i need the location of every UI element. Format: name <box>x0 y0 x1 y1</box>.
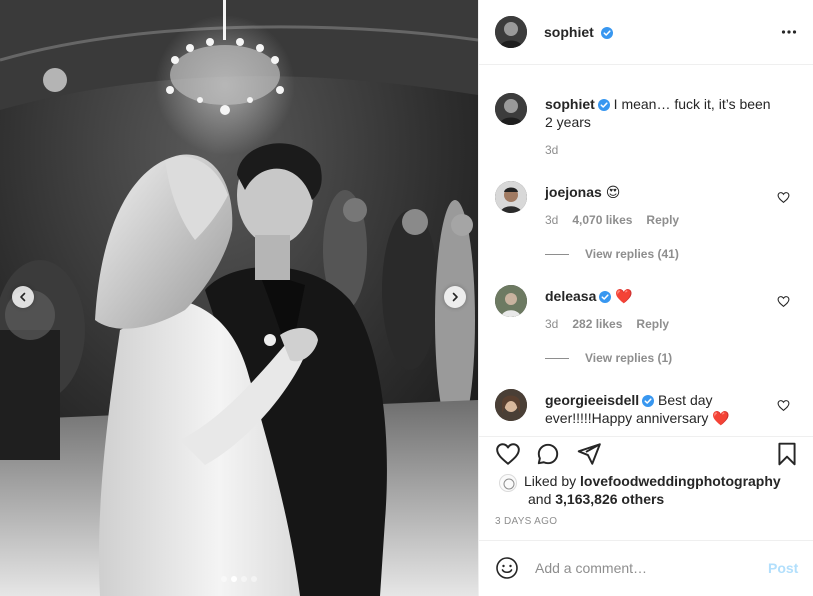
chevron-left-icon <box>20 292 26 302</box>
caption-avatar[interactable] <box>495 93 527 125</box>
carousel-dot <box>251 576 257 582</box>
comment-body: deleasa ❤️ <box>545 287 775 305</box>
post-header: sophiet <box>479 0 813 65</box>
carousel-dot <box>231 576 237 582</box>
author-name: sophiet <box>544 24 613 40</box>
others-likes-link[interactable]: 3,163,826 others <box>555 491 664 507</box>
post-comment-button[interactable]: Post <box>768 560 798 576</box>
post-time[interactable]: 3 DAYS AGO <box>495 516 557 527</box>
comment-meta: 3d 4,070 likes Reply <box>545 213 679 227</box>
comment-text: ❤️ <box>615 288 633 304</box>
add-comment-bar: Post <box>479 540 813 596</box>
avatar-image <box>495 389 527 421</box>
comment-age[interactable]: 3d <box>545 213 558 227</box>
liker-avatar[interactable] <box>499 474 517 492</box>
heart-icon[interactable] <box>777 399 790 412</box>
chevron-right-icon <box>452 292 458 302</box>
heart-icon[interactable] <box>777 295 790 308</box>
wedding-photo <box>0 0 478 596</box>
carousel-dot <box>241 576 247 582</box>
comment-likes[interactable]: 4,070 likes <box>572 213 632 227</box>
comment-username[interactable]: georgieeisdell <box>545 392 639 408</box>
comment-age[interactable]: 3d <box>545 317 558 331</box>
avatar-image <box>495 16 527 48</box>
more-icon[interactable] <box>781 24 797 40</box>
bookmark-icon[interactable] <box>774 441 800 467</box>
comment-username[interactable]: deleasa <box>545 288 596 304</box>
verified-icon <box>600 27 613 39</box>
post-photo[interactable] <box>0 0 478 596</box>
caption-username[interactable]: sophiet <box>545 96 595 112</box>
verified-icon <box>642 395 655 407</box>
post-side-panel: sophiet sophiet I mean… fuck it, it’s be… <box>478 0 813 596</box>
author-avatar[interactable] <box>495 16 527 48</box>
heart-icon[interactable] <box>777 191 790 204</box>
reply-button[interactable]: Reply <box>636 317 669 331</box>
comment-body: georgieeisdell Best day ever!!!!!Happy a… <box>545 391 775 427</box>
comment-likes[interactable]: 282 likes <box>572 317 622 331</box>
verified-icon <box>597 99 610 111</box>
heart-icon[interactable] <box>495 441 521 467</box>
caption-age[interactable]: 3d <box>545 143 558 157</box>
comment-icon[interactable] <box>535 441 561 467</box>
comment-meta: 3d 282 likes Reply <box>545 317 669 331</box>
caption-body: sophiet I mean… fuck it, it’s been 2 yea… <box>545 95 775 131</box>
view-replies-button[interactable]: View replies (41) <box>545 247 679 261</box>
comment-avatar[interactable] <box>495 389 527 421</box>
comment-body: joejonas 😍 <box>545 183 775 201</box>
avatar-image <box>495 93 527 125</box>
view-replies-button[interactable]: View replies (1) <box>545 351 672 365</box>
view-replies-label: View replies (41) <box>585 247 679 261</box>
verified-icon <box>599 291 612 303</box>
emoji-icon[interactable] <box>495 556 519 580</box>
comment-avatar[interactable] <box>495 181 527 213</box>
comment-text: 😍 <box>605 184 621 200</box>
next-slide-button[interactable] <box>444 286 466 308</box>
reply-button[interactable]: Reply <box>646 213 679 227</box>
comment-input[interactable] <box>535 557 755 579</box>
avatar-image <box>495 181 527 213</box>
likes-line-2: and 3,163,826 others <box>528 490 664 508</box>
avatar-image <box>503 478 515 490</box>
previous-slide-button[interactable] <box>12 286 34 308</box>
post-actions <box>479 436 813 476</box>
comments-list[interactable]: sophiet I mean… fuck it, it’s been 2 yea… <box>479 66 813 436</box>
avatar-image <box>495 285 527 317</box>
author-username[interactable]: sophiet <box>544 24 594 40</box>
likes-line-1: Liked by lovefoodweddingphotography <box>524 472 781 490</box>
replies-divider <box>545 253 569 255</box>
carousel-dot <box>221 576 227 582</box>
view-replies-label: View replies (1) <box>585 351 673 365</box>
replies-divider <box>545 357 569 359</box>
likes-and-label: and <box>528 491 552 507</box>
comment-username[interactable]: joejonas <box>545 184 602 200</box>
caption-meta: 3d <box>545 143 558 157</box>
share-icon[interactable] <box>576 441 602 467</box>
first-liker-link[interactable]: lovefoodweddingphotography <box>580 473 781 489</box>
liked-by-label: Liked by <box>524 473 577 489</box>
comment-avatar[interactable] <box>495 285 527 317</box>
carousel-indicator <box>0 576 478 582</box>
